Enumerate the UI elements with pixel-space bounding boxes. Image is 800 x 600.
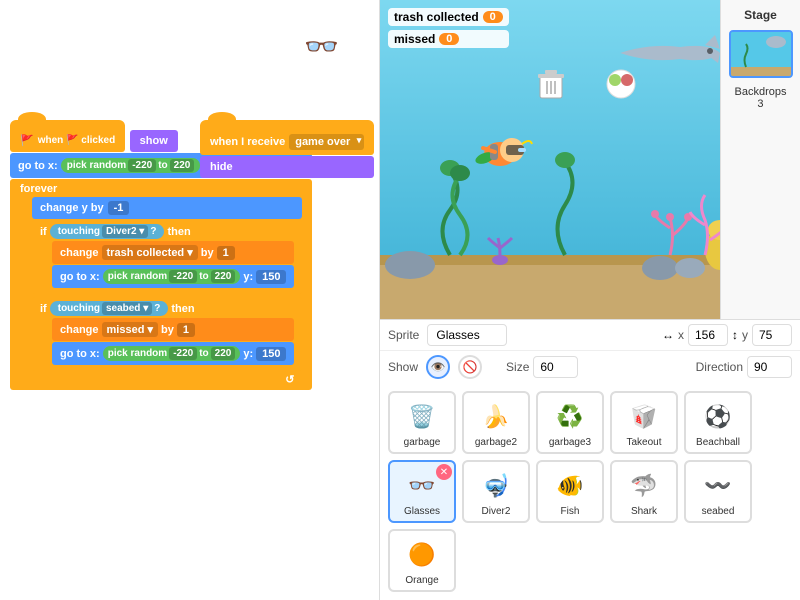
when-flag-clicked-block[interactable]: 🚩 when 🚩 clicked xyxy=(10,120,125,152)
goto-xy-3-block[interactable]: go to x: pick random -220 to 220 y: 150 xyxy=(52,342,294,365)
show-label-text: Show xyxy=(388,360,418,374)
sprite-thumb-seabed[interactable]: 〰️seabed xyxy=(684,460,752,523)
sprite-name-input[interactable] xyxy=(427,324,507,346)
receive-stack: when I receive game over ▾ hide xyxy=(200,120,374,178)
sprite-thumb-diver2[interactable]: 🤿Diver2 xyxy=(462,460,530,523)
glasses-icon: 👓 xyxy=(304,30,339,63)
sprite-name-glasses: Glasses xyxy=(404,506,440,517)
sprite-name-orange: Orange xyxy=(405,575,438,586)
code-panel: 👓 🚩 when 🚩 clicked show go to x: pick ra… xyxy=(0,0,380,600)
sprite-thumb-garbage2[interactable]: 🍌garbage2 xyxy=(462,391,530,454)
sprite-thumb-garbage3[interactable]: ♻️garbage3 xyxy=(536,391,604,454)
sprites-grid: 🗑️garbage🍌garbage2♻️garbage3🥡Takeout⚽Bea… xyxy=(380,383,800,600)
sprite-name-shark: Shark xyxy=(631,506,657,517)
sprite-emoji-shark: 🦈 xyxy=(621,466,667,506)
hide-block[interactable]: hide xyxy=(200,156,374,178)
hud-trash-row: trash collected 0 xyxy=(388,8,509,26)
size-label: Size xyxy=(506,360,529,374)
size-input[interactable] xyxy=(533,356,578,378)
loop-arrow: ↺ xyxy=(20,373,302,386)
bottom-panel: Sprite ↔ x ↕ y Show 👁️ 🚫 Size Direction xyxy=(380,319,800,600)
sprite-thumb-garbage[interactable]: 🗑️garbage xyxy=(388,391,456,454)
sprite-name-beachball: Beachball xyxy=(696,437,740,448)
direction-input[interactable] xyxy=(747,356,792,378)
code-canvas: 👓 🚩 when 🚩 clicked show go to x: pick ra… xyxy=(0,0,379,600)
sprite-label-text: Sprite xyxy=(388,328,419,342)
sprite-name-takeout: Takeout xyxy=(626,437,661,448)
when-receive-block[interactable]: when I receive game over ▾ xyxy=(200,120,374,155)
sprite-name-garbage3: garbage3 xyxy=(549,437,591,448)
sprite-emoji-takeout: 🥡 xyxy=(621,397,667,437)
y-arrow-icon: ↕ xyxy=(732,328,738,342)
hud: trash collected 0 missed 0 xyxy=(388,8,509,48)
sprite-emoji-diver2: 🤿 xyxy=(473,466,519,506)
sprite-emoji-seabed: 〰️ xyxy=(695,466,741,506)
x-input[interactable] xyxy=(688,324,728,346)
stage-label: Stage xyxy=(744,8,777,22)
stage-sidebar: Stage Backdrops 3 xyxy=(720,0,800,319)
sprite-emoji-orange: 🟠 xyxy=(399,535,445,575)
sprite-info-row: Sprite ↔ x ↕ y xyxy=(380,320,800,351)
flag-icon: 🚩 xyxy=(20,134,34,147)
y-label: y xyxy=(742,328,748,342)
sprite-emoji-fish: 🐠 xyxy=(547,466,593,506)
hide-label: hide xyxy=(210,161,233,173)
sprite-thumb-orange[interactable]: 🟠Orange xyxy=(388,529,456,592)
when-receive-label: when I receive xyxy=(210,136,285,148)
change-y-block[interactable]: change y by -1 xyxy=(32,197,302,219)
y-input[interactable] xyxy=(752,324,792,346)
stage-thumbnail[interactable] xyxy=(729,30,793,78)
sprite-emoji-garbage2: 🍌 xyxy=(473,397,519,437)
change-trash-block[interactable]: change trash collected ▾ by 1 xyxy=(52,241,294,264)
sprite-thumb-beachball[interactable]: ⚽Beachball xyxy=(684,391,752,454)
direction-label: Direction xyxy=(696,360,743,374)
hud-missed-row: missed 0 xyxy=(388,30,509,48)
show-visible-button[interactable]: 👁️ xyxy=(426,355,450,379)
show-hidden-button[interactable]: 🚫 xyxy=(458,355,482,379)
forever-block[interactable]: forever change y by -1 if touchin xyxy=(10,179,312,390)
if-diver-block[interactable]: if touching Diver2 ▾ ? then change xyxy=(32,220,302,294)
change-missed-block[interactable]: change missed ▾ by 1 xyxy=(52,318,294,341)
backdrops-label: Backdrops 3 xyxy=(735,86,787,110)
sprite-info-row2: Show 👁️ 🚫 Size Direction xyxy=(380,351,800,383)
sprite-emoji-garbage3: ♻️ xyxy=(547,397,593,437)
missed-label: missed xyxy=(394,32,435,46)
trash-collected-label: trash collected xyxy=(394,10,479,24)
stage-area: trash collected 0 missed 0 Stage xyxy=(380,0,800,319)
missed-value: 0 xyxy=(439,33,459,45)
x-arrow-icon: ↔ xyxy=(662,328,674,342)
when-clicked-label: when 🚩 clicked xyxy=(38,135,115,146)
sprite-emoji-beachball: ⚽ xyxy=(695,397,741,437)
stage-canvas: trash collected 0 missed 0 xyxy=(380,0,720,319)
sprite-name-diver2: Diver2 xyxy=(482,506,511,517)
sprite-name-garbage2: garbage2 xyxy=(475,437,517,448)
sprite-name-fish: Fish xyxy=(561,506,580,517)
sprite-name-garbage: garbage xyxy=(404,437,441,448)
sprite-thumb-shark[interactable]: 🦈Shark xyxy=(610,460,678,523)
delete-sprite-button[interactable]: ✕ xyxy=(436,464,452,480)
show-block[interactable]: show xyxy=(130,130,178,152)
if-seabed-block[interactable]: if touching seabed ▾ ? then change xyxy=(32,297,302,371)
stage-thumb-preview xyxy=(731,32,791,76)
right-panel: trash collected 0 missed 0 Stage xyxy=(380,0,800,600)
sprite-thumb-glasses[interactable]: ✕👓Glasses xyxy=(388,460,456,523)
x-label: x xyxy=(678,328,684,342)
goto-xy-2-block[interactable]: go to x: pick random -220 to 220 y: 150 xyxy=(52,265,294,288)
sprite-emoji-garbage: 🗑️ xyxy=(399,397,445,437)
sprite-name-seabed: seabed xyxy=(702,506,735,517)
show-label: show xyxy=(140,135,168,147)
sprite-thumb-takeout[interactable]: 🥡Takeout xyxy=(610,391,678,454)
sprite-thumb-fish[interactable]: 🐠Fish xyxy=(536,460,604,523)
trash-collected-value: 0 xyxy=(483,11,503,23)
